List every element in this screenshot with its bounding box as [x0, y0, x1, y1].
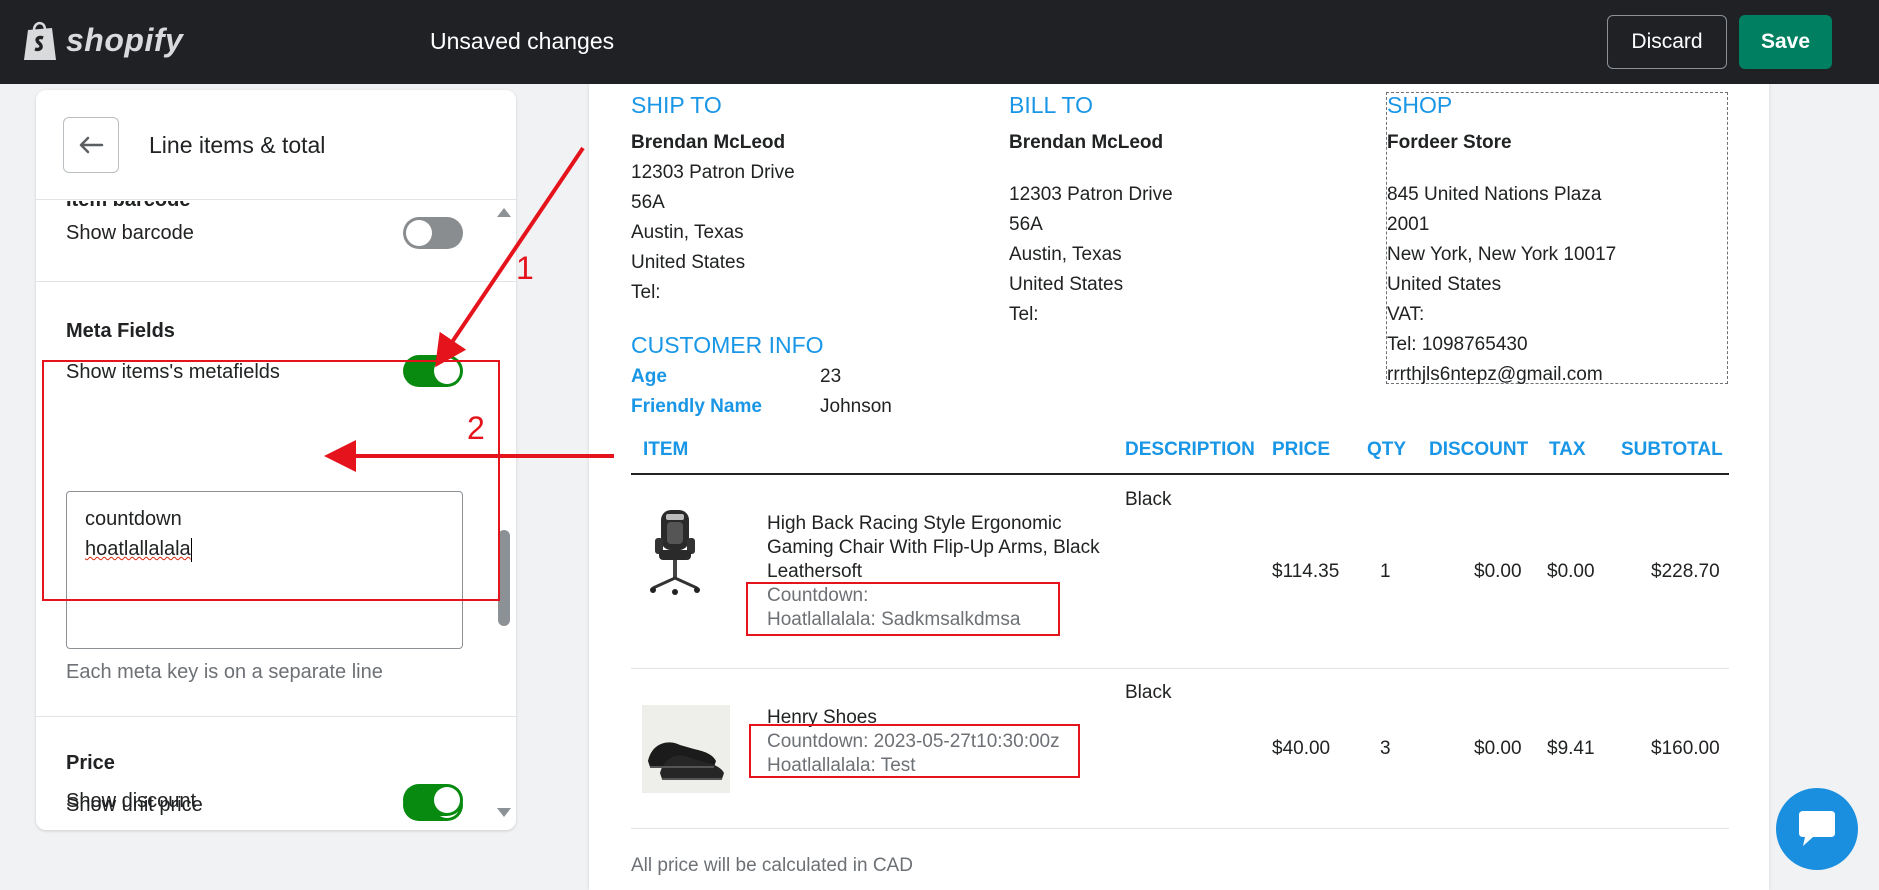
- shop-vat: VAT:: [1387, 304, 1425, 325]
- ship-to-line: Austin, Texas: [631, 222, 744, 243]
- panel-title: Line items & total: [149, 132, 326, 158]
- shop-line: New York, New York 10017: [1387, 244, 1617, 265]
- age-value: 23: [820, 366, 842, 387]
- shopify-logo[interactable]: shopify: [22, 18, 183, 62]
- unsaved-changes-title: Unsaved changes: [430, 28, 615, 54]
- shop-name: Fordeer Store: [1387, 132, 1512, 153]
- logo-wordmark: shopify: [66, 21, 184, 58]
- row-description: Black: [1125, 682, 1172, 703]
- show-barcode-label: Show barcode: [66, 222, 194, 244]
- show-discount-label: Show discount: [66, 790, 197, 812]
- shop-line: 2001: [1387, 214, 1430, 235]
- toggle-knob: [406, 220, 432, 246]
- item-barcode-heading: Item barcode: [66, 201, 190, 212]
- scroll-down-arrow-icon[interactable]: [497, 808, 511, 817]
- column-header-description: DESCRIPTION: [1125, 439, 1255, 460]
- show-discount-toggle[interactable]: [403, 784, 463, 816]
- column-header-tax: TAX: [1549, 439, 1586, 460]
- row-divider: [631, 668, 1729, 669]
- friendly-name-value: Johnson: [820, 396, 892, 417]
- ship-to-name: Brendan McLeod: [631, 132, 786, 153]
- product-thumbnail-shoes: [642, 705, 730, 798]
- product-thumbnail-chair: [647, 508, 703, 601]
- row-discount: $0.00: [1474, 738, 1522, 759]
- row-qty: 3: [1380, 738, 1391, 759]
- shoes-image-icon: [642, 705, 730, 793]
- friendly-name-label: Friendly Name: [631, 396, 762, 417]
- show-barcode-toggle[interactable]: [403, 217, 463, 249]
- panel-header: Line items & total: [36, 90, 516, 200]
- row-tax: $0.00: [1547, 561, 1595, 582]
- annotation-box-row1-meta: [746, 582, 1060, 636]
- row-discount: $0.00: [1474, 561, 1522, 582]
- price-heading: Price: [66, 752, 115, 774]
- column-header-item: ITEM: [643, 439, 689, 460]
- ship-to-line: 12303 Patron Drive: [631, 162, 795, 183]
- bill-to-line: 12303 Patron Drive: [1009, 184, 1173, 205]
- shop-line: 845 United Nations Plaza: [1387, 184, 1602, 205]
- product-title-line: High Back Racing Style Ergonomic: [767, 513, 1062, 534]
- shop-line: United States: [1387, 274, 1502, 295]
- row-subtotal: $160.00: [1651, 738, 1720, 759]
- bill-to-line: 56A: [1009, 214, 1043, 235]
- annotation-number-2: 2: [467, 410, 485, 446]
- meta-fields-heading: Meta Fields: [66, 320, 175, 342]
- ship-to-line: 56A: [631, 192, 665, 213]
- chat-icon: [1799, 811, 1835, 846]
- column-header-discount: DISCOUNT: [1429, 439, 1529, 460]
- section-divider: [36, 716, 516, 717]
- table-header-divider: [631, 473, 1729, 475]
- row-subtotal: $228.70: [1651, 561, 1720, 582]
- product-title-line: Leathersoft: [767, 561, 863, 582]
- customer-info-heading: CUSTOMER INFO: [631, 332, 824, 358]
- shopify-bag-icon: [24, 21, 56, 60]
- annotation-number-1: 1: [516, 250, 534, 286]
- bill-to-line: Austin, Texas: [1009, 244, 1122, 265]
- row-qty: 1: [1380, 561, 1391, 582]
- arrow-left-icon: [79, 136, 104, 154]
- ship-to-heading: SHIP TO: [631, 92, 722, 118]
- product-title-line: Gaming Chair With Flip-Up Arms, Black: [767, 537, 1100, 558]
- bill-to-name: Brendan McLeod: [1009, 132, 1164, 153]
- save-button[interactable]: Save: [1739, 15, 1832, 69]
- bill-to-line: United States: [1009, 274, 1124, 295]
- currency-note: All price will be calculated in CAD: [631, 855, 913, 876]
- age-label: Age: [631, 366, 667, 387]
- row-price: $114.35: [1272, 561, 1340, 582]
- section-divider: [36, 281, 516, 282]
- row-tax: $9.41: [1547, 738, 1595, 759]
- chat-button[interactable]: [1776, 788, 1858, 870]
- annotation-box-metafields-setting: [42, 360, 500, 601]
- back-button[interactable]: [63, 117, 119, 173]
- bill-to-heading: BILL TO: [1009, 92, 1093, 118]
- shop-tel: Tel: 1098765430: [1387, 334, 1528, 355]
- column-header-subtotal: SUBTOTAL: [1621, 439, 1723, 460]
- bill-to-tel: Tel:: [1009, 304, 1039, 325]
- annotation-box-row2-meta: [749, 724, 1080, 778]
- discard-button[interactable]: Discard: [1607, 15, 1727, 69]
- toggle-knob: [434, 787, 460, 813]
- shop-email: rrrthjls6ntepz@gmail.com: [1387, 364, 1603, 385]
- ship-to-tel: Tel:: [631, 282, 661, 303]
- ship-to-line: United States: [631, 252, 746, 273]
- scroll-up-arrow-icon[interactable]: [497, 208, 511, 217]
- shop-heading: SHOP: [1387, 92, 1453, 118]
- meta-help-text: Each meta key is on a separate line: [66, 661, 383, 683]
- row-description: Black: [1125, 489, 1172, 510]
- column-header-qty: QTY: [1367, 439, 1407, 460]
- top-bar: shopify Unsaved changes Discard Save: [0, 0, 1879, 84]
- column-header-price: PRICE: [1272, 439, 1331, 460]
- gaming-chair-image-icon: [650, 510, 700, 595]
- row-price: $40.00: [1272, 738, 1331, 759]
- row-divider: [631, 828, 1729, 829]
